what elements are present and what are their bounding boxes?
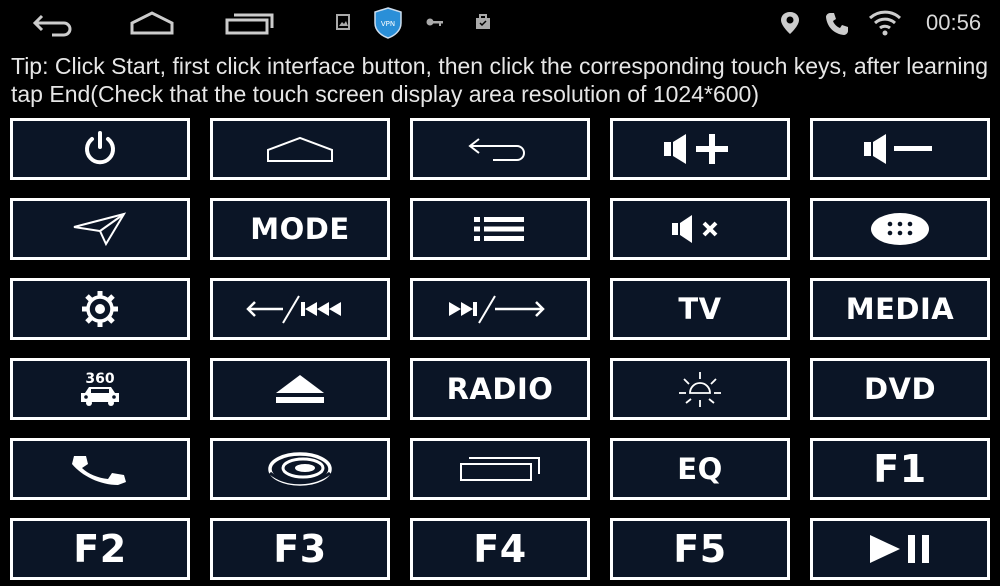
mute-icon — [672, 215, 718, 243]
f2-label: F2 — [73, 527, 127, 571]
dvd-label: DVD — [863, 372, 937, 406]
mode-key[interactable]: MODE — [210, 198, 390, 260]
f5-key[interactable]: F5 — [610, 518, 790, 580]
f4-label: F4 — [473, 527, 527, 571]
gear-icon — [82, 291, 118, 327]
recent-apps-key[interactable] — [410, 438, 590, 500]
f5-label: F5 — [673, 527, 727, 571]
navigation-arrow-icon — [73, 212, 127, 247]
brightness-icon — [679, 372, 721, 407]
volume-up-key[interactable] — [610, 118, 790, 180]
volume-up-icon — [664, 134, 728, 164]
settings-key[interactable] — [10, 278, 190, 340]
play-pause-key[interactable] — [810, 518, 990, 580]
call-key[interactable] — [10, 438, 190, 500]
play-pause-icon — [870, 535, 929, 563]
radio-label: RADIO — [446, 372, 554, 406]
car-360-icon: 360 — [81, 371, 119, 406]
list-icon — [474, 217, 524, 241]
f1-label: F1 — [873, 447, 927, 491]
recent-apps-icon — [460, 457, 540, 481]
dvd-key[interactable]: DVD — [810, 358, 990, 420]
back-arrow-icon — [468, 138, 525, 161]
power-icon — [85, 131, 115, 165]
navigation-key[interactable] — [10, 198, 190, 260]
browser-key[interactable] — [210, 438, 390, 500]
home-key[interactable] — [210, 118, 390, 180]
f1-key[interactable]: F1 — [810, 438, 990, 500]
media-label: MEDIA — [845, 292, 955, 326]
eject-icon — [276, 375, 324, 403]
app-drawer-icon — [871, 213, 929, 245]
tv-key[interactable]: TV — [610, 278, 790, 340]
mute-key[interactable] — [610, 198, 790, 260]
eject-key[interactable] — [210, 358, 390, 420]
next-track-forward-icon — [449, 295, 545, 324]
tv-label: TV — [678, 292, 722, 326]
eq-key[interactable]: EQ — [610, 438, 790, 500]
menu-key[interactable] — [410, 198, 590, 260]
f4-key[interactable]: F4 — [410, 518, 590, 580]
back-prev-track-icon — [246, 295, 341, 324]
power-key[interactable] — [10, 118, 190, 180]
phone-handset-icon — [72, 456, 126, 485]
home-outline-icon — [267, 136, 333, 162]
mode-label: MODE — [250, 212, 350, 246]
media-key[interactable]: MEDIA — [810, 278, 990, 340]
apps-key[interactable] — [810, 198, 990, 260]
eq-label: EQ — [677, 452, 723, 486]
radio-key[interactable]: RADIO — [410, 358, 590, 420]
camera-360-key[interactable]: 360 — [10, 358, 190, 420]
next-track-key[interactable] — [410, 278, 590, 340]
brightness-key[interactable] — [610, 358, 790, 420]
f3-key[interactable]: F3 — [210, 518, 390, 580]
f3-label: F3 — [273, 527, 327, 571]
f2-key[interactable]: F2 — [10, 518, 190, 580]
volume-down-key[interactable] — [810, 118, 990, 180]
volume-down-icon — [864, 134, 932, 164]
key-grid: MODE TV MEDIA 360 RADIO DVD EQ F1 F2 F3 … — [0, 0, 1000, 586]
back-key[interactable] — [410, 118, 590, 180]
swirl-logo-icon — [268, 452, 332, 486]
car-360-text: 360 — [85, 371, 114, 387]
prev-track-key[interactable] — [210, 278, 390, 340]
